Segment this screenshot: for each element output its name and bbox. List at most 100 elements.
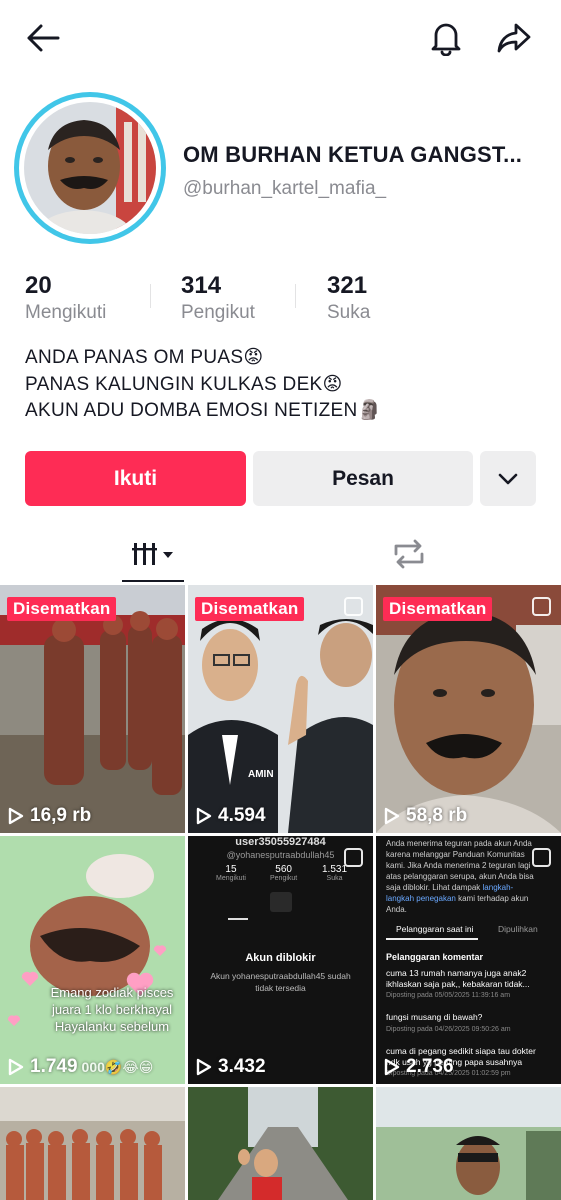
grid-icon	[132, 543, 173, 565]
pinned-badge: Disematkan	[383, 597, 493, 621]
chevron-down-icon	[498, 473, 518, 484]
video-thumbnail[interactable]	[188, 1087, 373, 1200]
blocked-title: Akun diblokir	[245, 952, 316, 964]
avatar[interactable]	[14, 92, 166, 244]
play-icon	[8, 1058, 24, 1076]
back-arrow-icon[interactable]	[21, 16, 65, 60]
select-checkbox[interactable]	[532, 597, 551, 616]
stat-label: Mengikuti	[25, 302, 107, 323]
thumbnail-image	[188, 1087, 373, 1200]
view-count: 2.736	[384, 1056, 454, 1078]
bio-line: ANDA PANAS OM PUAS😡	[25, 347, 264, 368]
stat-following[interactable]: 20 Mengikuti	[25, 272, 106, 324]
view-count-text: 4.594	[218, 805, 266, 826]
caption-overlay: 000🤣😂😁	[81, 1058, 154, 1075]
view-count: 4.594	[196, 805, 266, 827]
more-options-button[interactable]	[480, 451, 536, 506]
add-friend-icon	[270, 892, 292, 912]
view-count: 58,8 rb	[384, 805, 467, 827]
stat-value: 321	[327, 272, 368, 299]
tab-videos[interactable]	[122, 528, 184, 580]
view-count: 1.749 000🤣😂😁	[8, 1056, 153, 1078]
view-count: 3.432	[196, 1056, 266, 1078]
follow-button[interactable]: Ikuti	[25, 451, 246, 506]
screenshot-username: user35055927484	[235, 836, 326, 848]
screenshot-stat-label: Suka	[326, 875, 343, 882]
divider	[150, 284, 151, 308]
violation-comment: fungsi musang di bawah?	[386, 1012, 483, 1022]
thumbnail-image	[0, 836, 185, 1084]
bell-icon[interactable]	[424, 16, 468, 60]
thumbnail-image	[0, 1087, 185, 1200]
video-thumbnail[interactable]	[376, 1087, 561, 1200]
select-checkbox[interactable]	[532, 848, 551, 867]
avatar-photo	[24, 102, 156, 234]
violation-date: Diposting pada 05/05/2025 11:39:16 am	[386, 992, 511, 999]
pinned-badge: Disematkan	[195, 597, 305, 621]
thumbnail-image	[376, 1087, 561, 1200]
share-icon[interactable]	[492, 16, 536, 60]
screenshot-stat-label: Mengikuti	[216, 875, 246, 882]
video-thumbnail[interactable]: Disematkan 16,9 rb	[0, 585, 185, 833]
stat-value: 20	[25, 272, 52, 299]
profile-tabs	[0, 528, 561, 584]
video-grid: Disematkan 16,9 rb Disematkan AMIN 4.594	[0, 585, 561, 1200]
shirt-badge: AMIN	[248, 769, 274, 780]
blocked-text: Akun yohanesputraabdullah45 sudah tidak …	[210, 971, 351, 993]
bio-line: PANAS KALUNGIN KULKAS DEK😡	[25, 373, 343, 395]
active-tab-indicator	[122, 580, 184, 582]
violation-comment: cuma 13 rumah namanya juga anak2 ikhlask…	[386, 968, 530, 989]
stat-followers[interactable]: 314 Pengikut	[181, 272, 255, 324]
screenshot-stat-value: 1.531	[322, 864, 348, 875]
warning-text: Anda menerima teguran pada akun Anda kar…	[386, 838, 538, 915]
screenshot-tab-indicator	[228, 918, 248, 920]
tab-repost[interactable]	[378, 528, 440, 580]
profile-stats: 20 Mengikuti 314 Pengikut 321 Suka	[0, 272, 561, 332]
select-checkbox[interactable]	[344, 597, 363, 616]
screenshot-stat: 560 Pengikut	[270, 864, 297, 882]
top-bar	[0, 0, 561, 80]
play-icon	[384, 1058, 400, 1076]
screenshot-stat: 15 Mengikuti	[216, 864, 246, 882]
message-button[interactable]: Pesan	[253, 451, 473, 506]
video-thumbnail[interactable]: Disematkan AMIN 4.594	[188, 585, 373, 833]
video-thumbnail[interactable]: Emang zodiak pisces juara 1 klo berkhaya…	[0, 836, 185, 1084]
violation-date: Diposting pada 04/26/2025 09:50:26 am	[386, 1026, 511, 1033]
view-count-text: 58,8 rb	[406, 805, 468, 826]
thumbnail-image	[188, 585, 373, 833]
bio: ANDA PANAS OM PUAS😡 PANAS KALUNGIN KULKA…	[25, 345, 381, 425]
play-icon	[384, 807, 400, 825]
video-caption: Emang zodiak pisces juara 1 klo berkhaya…	[50, 985, 174, 1034]
screenshot-tab-indicator	[386, 938, 478, 940]
stat-likes[interactable]: 321 Suka	[327, 272, 370, 324]
screenshot-tab-restored: Dipulihkan	[498, 924, 538, 934]
view-count-text: 1.749	[30, 1056, 78, 1077]
display-name: OM BURHAN KETUA GANGST...	[183, 142, 523, 167]
view-count-text: 3.432	[218, 1056, 266, 1077]
view-count-text: 16,9 rb	[30, 805, 92, 826]
play-icon	[196, 807, 212, 825]
screenshot-stat-value: 560	[275, 864, 292, 875]
screenshot-tab-current: Pelanggaran saat ini	[396, 924, 474, 934]
screenshot-stat-value: 15	[225, 864, 237, 875]
video-thumbnail[interactable]	[0, 1087, 185, 1200]
play-icon	[8, 807, 24, 825]
view-count-text: 2.736	[406, 1056, 454, 1077]
pinned-badge: Disematkan	[7, 597, 117, 621]
video-thumbnail[interactable]: Disematkan 58,8 rb	[376, 585, 561, 833]
screenshot-stat-label: Pengikut	[270, 875, 298, 882]
divider	[295, 284, 296, 308]
video-thumbnail[interactable]: user35055927484 @yohanesputraabdullah45 …	[188, 836, 373, 1084]
username: @burhan_kartel_mafia_	[183, 178, 387, 199]
select-checkbox[interactable]	[344, 848, 363, 867]
video-thumbnail[interactable]: Anda menerima teguran pada akun Anda kar…	[376, 836, 561, 1084]
stat-label: Suka	[327, 302, 371, 323]
stat-label: Pengikut	[181, 302, 255, 323]
play-icon	[196, 1058, 212, 1076]
thumbnail-image	[376, 585, 561, 833]
repost-icon	[394, 539, 424, 569]
thumbnail-image	[0, 585, 185, 833]
screenshot-stat: 1.531 Suka	[322, 864, 347, 882]
stat-value: 314	[181, 272, 222, 299]
section-title: Pelanggaran komentar	[386, 952, 484, 962]
